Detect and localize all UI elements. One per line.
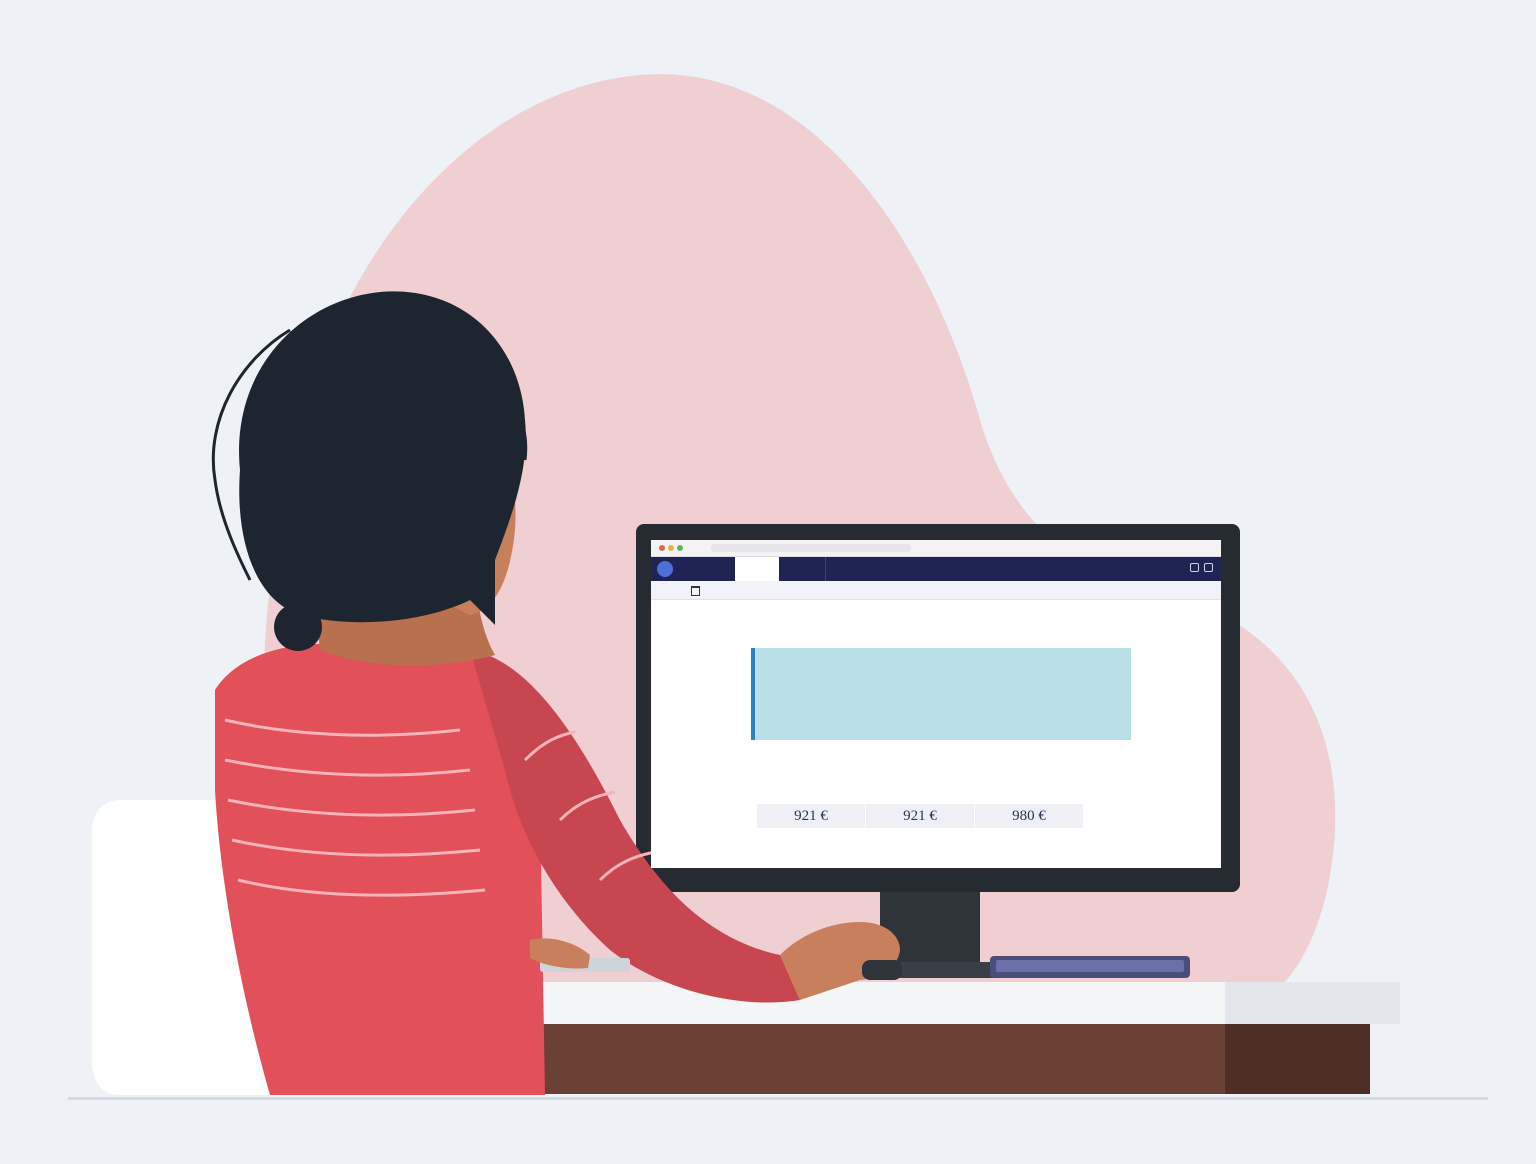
- address-bar[interactable]: [711, 544, 911, 552]
- window-titlebar: [651, 540, 1221, 557]
- home-icon[interactable]: [691, 586, 700, 596]
- app-header: [651, 557, 1221, 581]
- amount-tile-value: 980 €: [975, 804, 1083, 828]
- desk-side: [1225, 1022, 1370, 1094]
- amount-tile-value: 921 €: [866, 804, 974, 828]
- tablet-screen: [996, 960, 1184, 972]
- amount-tile: 980 €: [975, 790, 1083, 832]
- maximize-dot-icon[interactable]: [677, 545, 683, 551]
- nav-tab-3[interactable]: [823, 557, 869, 581]
- amount-tiles: 921 € 921 € 980 €: [757, 790, 1083, 832]
- close-dot-icon[interactable]: [659, 545, 665, 551]
- user-icon[interactable]: [1190, 563, 1200, 572]
- header-actions: [1187, 563, 1213, 575]
- person-hair-bun: [274, 603, 322, 651]
- amount-tile-value: 921 €: [757, 804, 865, 828]
- brand-logo-icon: [657, 561, 673, 577]
- amount-tile: 921 €: [757, 790, 865, 832]
- menu-icon[interactable]: [1204, 563, 1213, 572]
- desk-top-edge: [1225, 982, 1400, 1024]
- mouse: [862, 960, 902, 980]
- monitor-screen: 921 € 921 € 980 €: [651, 540, 1221, 868]
- amount-tile: 921 €: [866, 790, 974, 832]
- brand[interactable]: [657, 561, 717, 577]
- info-box: [751, 648, 1131, 740]
- floor-line: [68, 1097, 1488, 1100]
- person-hair: [239, 291, 526, 625]
- nav-tab-2[interactable]: [773, 557, 826, 581]
- sub-navigation: [651, 581, 1221, 600]
- minimize-dot-icon[interactable]: [668, 545, 674, 551]
